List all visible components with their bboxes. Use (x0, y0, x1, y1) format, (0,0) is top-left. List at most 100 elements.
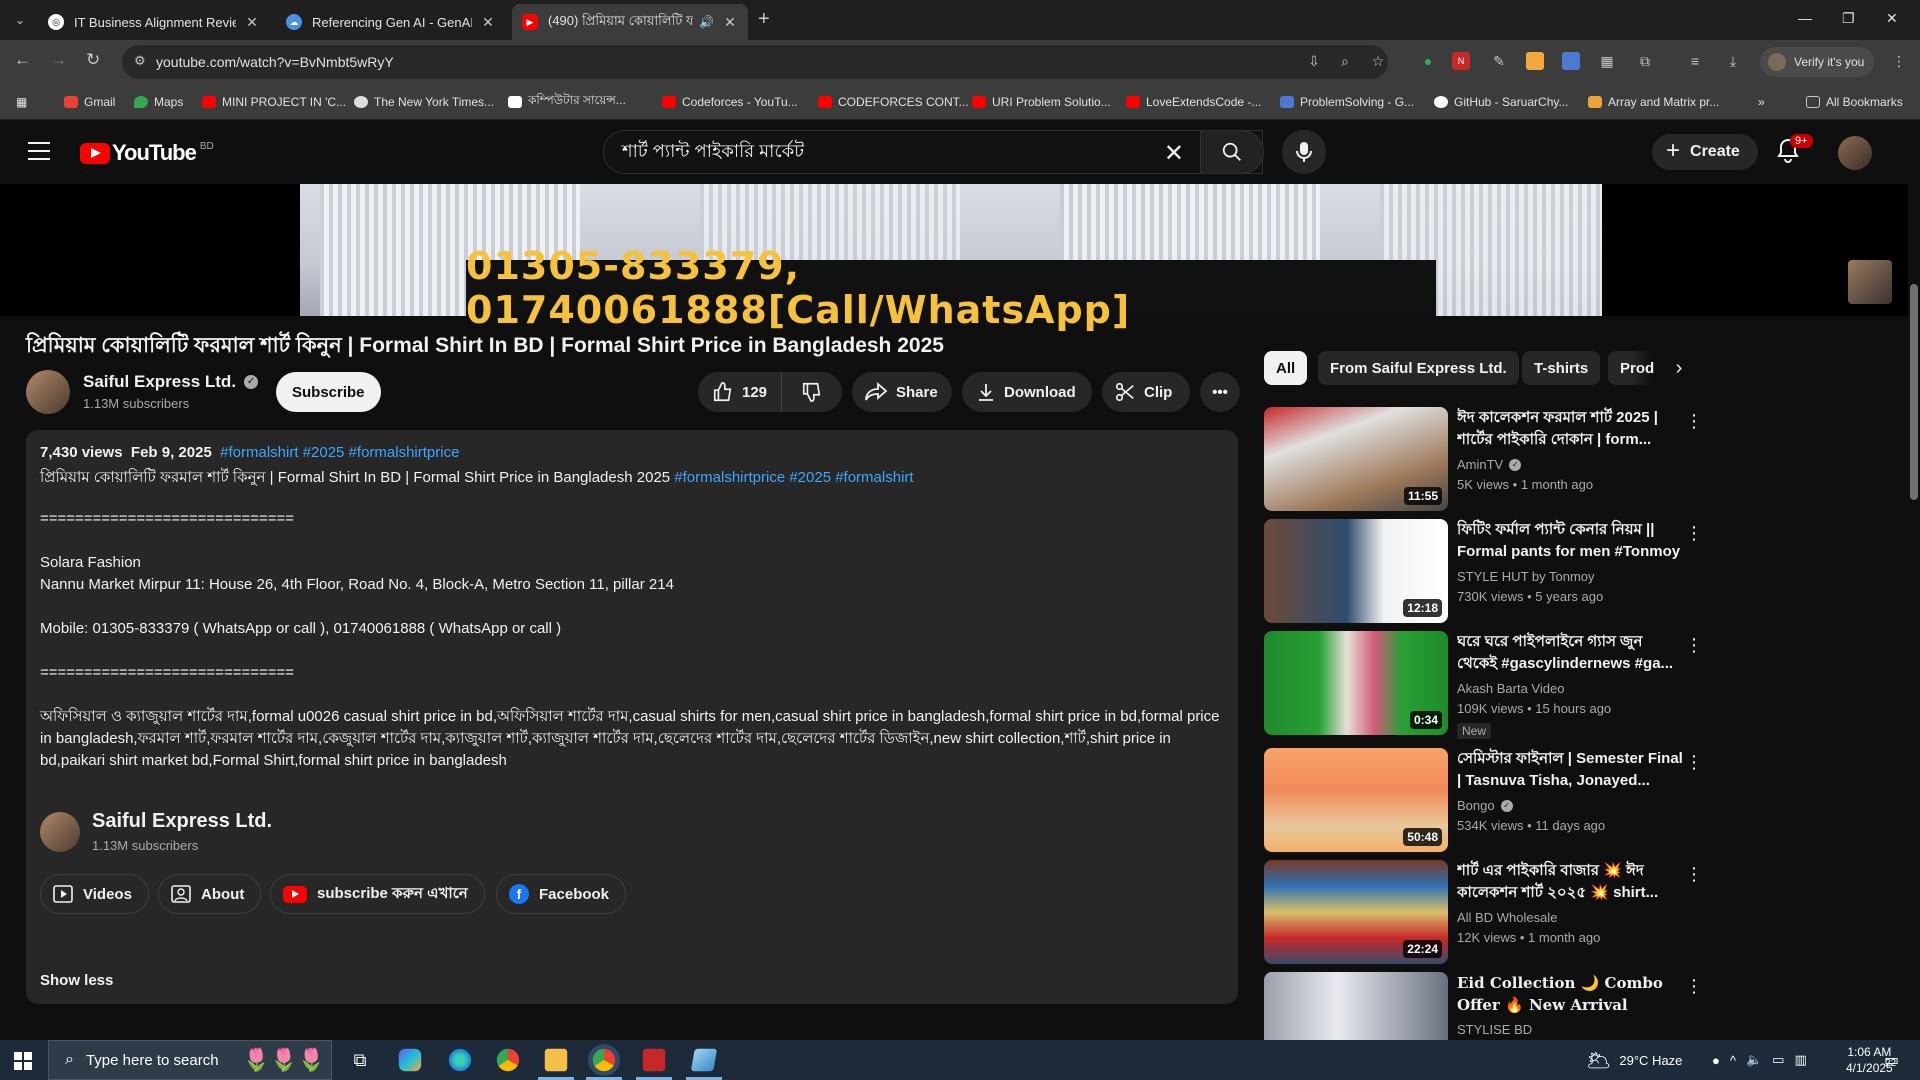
description-channel-avatar[interactable] (40, 812, 80, 852)
about-button[interactable]: About (158, 874, 262, 914)
bookmark-gmail[interactable]: Gmail (64, 92, 115, 112)
suggested-title[interactable]: ঈদ কালেকশন ফরমাল শার্ট 2025 | শার্টের পা… (1457, 407, 1683, 451)
suggested-channel[interactable]: STYLE HUT by Tonmoy (1457, 569, 1595, 584)
search-input[interactable]: শার্ট প্যান্ট পাইকারি মার্কেট ✕ (603, 130, 1263, 174)
clear-search-icon[interactable]: ✕ (1164, 139, 1184, 168)
suggested-title[interactable]: ফিটিং ফর্মাল প্যান্ট কেনার নিয়ম || Form… (1457, 519, 1683, 563)
windows-start-icon[interactable] (14, 1052, 32, 1070)
description-channel-name[interactable]: Saiful Express Ltd. (92, 810, 272, 833)
chip-all[interactable]: All (1264, 351, 1308, 385)
suggested-title[interactable]: ঘরে ঘরে পাইপলাইনে গ্যাস জুন থেকেই #gascy… (1457, 631, 1683, 675)
bookmark-problemsolving[interactable]: ProblemSolving - G... (1280, 92, 1414, 112)
more-actions-button[interactable]: ••• (1200, 372, 1240, 412)
volume-icon[interactable]: 🔈 (1746, 1052, 1762, 1068)
video-thumbnail[interactable]: 11:55 (1264, 407, 1448, 511)
suggested-video[interactable]: 22:24 শার্ট এর পাইকারি বাজার 💥 ঈদ কালেকশ… (1264, 860, 1914, 966)
search-button[interactable] (1200, 130, 1264, 174)
browser-tab[interactable]: ☁ Referencing Gen AI - GenAI for ✕ (276, 4, 506, 40)
create-button[interactable]: + Create (1652, 134, 1758, 170)
site-info-icon[interactable]: ⚙ (134, 53, 146, 69)
tray-chevron-icon[interactable]: ^ (1730, 1053, 1736, 1068)
tab-search-icon[interactable]: ⌄ (8, 8, 32, 32)
extension-icon[interactable] (1526, 52, 1544, 70)
suggested-video[interactable]: Eid Collection 🌙 Combo Offer 🔥 New Arriv… (1264, 972, 1914, 1040)
taskbar-search-input[interactable]: ⌕ Type here to search 🌷🌷🌷 (48, 1040, 332, 1080)
download-button[interactable]: Download (962, 372, 1092, 412)
bookmark-loveextendscode[interactable]: LoveExtendsCode -... (1126, 92, 1261, 112)
tray-app-icon[interactable]: ● (1712, 1053, 1720, 1068)
hashtag-links[interactable]: #formalshirtprice #2025 #formalshirt (674, 469, 913, 486)
share-button[interactable]: Share (852, 372, 952, 412)
bookmark-codeforces-contest[interactable]: CODEFORCES CONT... (818, 92, 969, 112)
channel-avatar[interactable] (26, 370, 70, 414)
bookmark-mini-project[interactable]: MINI PROJECT IN 'C... (202, 92, 346, 112)
videos-button[interactable]: Videos (40, 874, 149, 914)
back-icon[interactable]: ← (14, 50, 31, 70)
suggested-title[interactable]: সেমিস্টার ফাইনাল | Semester Final | Tasn… (1457, 748, 1683, 792)
description-box[interactable]: 7,430 views Feb 9, 2025 #formalshirt #20… (26, 430, 1238, 1004)
address-bar[interactable]: ⚙ youtube.com/watch?v=BvNmbt5wRyY (122, 45, 1388, 79)
subscribe-here-button[interactable]: subscribe করুন এখানে (270, 874, 485, 914)
bookmark-uri-problem[interactable]: URI Problem Solutio... (972, 92, 1111, 112)
suggested-video[interactable]: 50:48 সেমিস্টার ফাইনাল | Semester Final … (1264, 748, 1914, 854)
translate-extension-icon[interactable] (1562, 52, 1580, 70)
battery-icon[interactable]: ▭ (1772, 1052, 1784, 1068)
user-avatar[interactable] (1838, 136, 1872, 170)
bookmark-github[interactable]: GitHub - SaruarChy... (1434, 92, 1568, 112)
close-tab-icon[interactable]: ✕ (244, 14, 260, 31)
file-explorer-icon[interactable] (544, 1048, 568, 1072)
bookmark-array-matrix[interactable]: Array and Matrix pr... (1588, 92, 1719, 112)
video-thumbnail[interactable]: 22:24 (1264, 860, 1448, 964)
copilot-icon[interactable] (398, 1048, 422, 1072)
media-control-icon[interactable]: ≡ (1686, 52, 1704, 70)
suggested-title[interactable]: Eid Collection 🌙 Combo Offer 🔥 New Arriv… (1457, 972, 1683, 1016)
close-tab-icon[interactable]: ✕ (722, 14, 738, 31)
app-icon[interactable] (690, 1048, 718, 1072)
like-button[interactable]: 129 (698, 372, 783, 412)
suggested-channel[interactable]: AminTV ✓ (1457, 457, 1522, 472)
video-thumbnail[interactable] (1264, 972, 1448, 1040)
extensions-puzzle-icon[interactable]: ⧉ (1636, 52, 1654, 70)
profile-verify-button[interactable]: Verify it's you (1760, 47, 1875, 77)
extension-pen-icon[interactable]: ✎ (1490, 52, 1508, 70)
chip-tshirts[interactable]: T-shirts (1522, 351, 1601, 385)
bookmark-maps[interactable]: Maps (134, 92, 183, 112)
reload-icon[interactable]: ↻ (86, 50, 100, 70)
suggested-channel[interactable]: Akash Barta Video (1457, 681, 1564, 696)
minimize-icon[interactable]: — (1798, 10, 1812, 26)
new-tab-button[interactable]: + (758, 8, 770, 31)
zoom-icon[interactable]: ⌕ (1336, 52, 1354, 70)
downloads-icon[interactable]: ⤓ (1724, 52, 1742, 70)
weather-widget[interactable]: 🌥 29°C Haze (1586, 1040, 1682, 1080)
notifications-center-icon[interactable]: ▭ 22 (1884, 1040, 1899, 1080)
menu-icon[interactable] (28, 142, 50, 160)
show-less-button[interactable]: Show less (40, 972, 113, 989)
install-app-icon[interactable]: ⇩ (1305, 52, 1323, 70)
video-thumbnail[interactable]: 12:18 (1264, 519, 1448, 623)
chrome-menu-icon[interactable]: ⋮ (1890, 52, 1908, 70)
bookmark-codeforces-youtube[interactable]: Codeforces - YouTu... (662, 92, 798, 112)
browser-tab[interactable]: ◎ IT Business Alignment Review ✕ (38, 4, 270, 40)
clip-button[interactable]: Clip (1102, 372, 1190, 412)
forward-icon[interactable]: → (50, 50, 67, 70)
task-view-icon[interactable]: ⧉ (346, 1046, 374, 1074)
bookmark-nytimes[interactable]: The New York Times... (354, 92, 494, 112)
acrobat-icon[interactable] (642, 1048, 666, 1072)
extension-new-icon[interactable]: N (1452, 52, 1470, 70)
restore-icon[interactable]: ❐ (1842, 10, 1855, 27)
all-bookmarks[interactable]: All Bookmarks (1806, 92, 1903, 112)
channel-watermark[interactable] (1848, 260, 1892, 304)
video-thumbnail[interactable]: 50:48 (1264, 748, 1448, 852)
page-scrollbar[interactable] (1908, 184, 1920, 1040)
chrome-profile-icon[interactable] (592, 1048, 616, 1072)
channel-name[interactable]: Saiful Express Ltd. ✓ (83, 372, 259, 392)
more-options-icon[interactable]: ⋮ (1684, 411, 1704, 432)
extension-chart-icon[interactable]: ▦ (1598, 52, 1616, 70)
extension-location-icon[interactable]: ● (1419, 52, 1437, 70)
suggested-video[interactable]: 0:34 ঘরে ঘরে পাইপলাইনে গ্যাস জুন থেকেই #… (1264, 631, 1914, 739)
more-options-icon[interactable]: ⋮ (1684, 752, 1704, 773)
edge-icon[interactable] (448, 1048, 472, 1072)
subscribe-button[interactable]: Subscribe (276, 372, 381, 412)
video-thumbnail[interactable]: 0:34 (1264, 631, 1448, 735)
more-options-icon[interactable]: ⋮ (1684, 864, 1704, 885)
